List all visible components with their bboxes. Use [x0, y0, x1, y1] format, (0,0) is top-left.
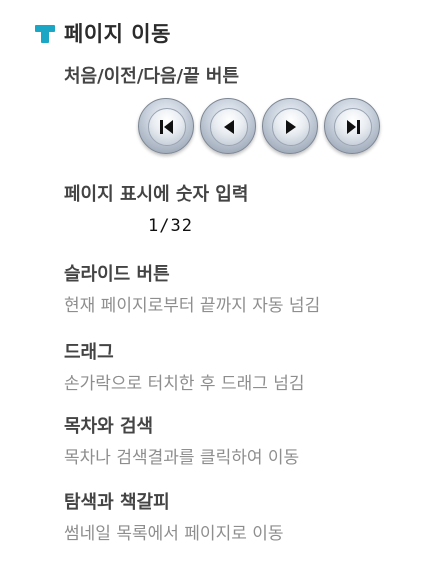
- first-page-button[interactable]: [138, 98, 194, 154]
- section-desc-slide: 현재 페이지로부터 끝까지 자동 넘김: [64, 296, 321, 316]
- section-header: 페이지 이동: [34, 16, 171, 50]
- prev-page-button[interactable]: [200, 98, 256, 154]
- section-title-toc-search: 목차와 검색: [64, 416, 154, 437]
- skip-last-icon: [347, 120, 360, 134]
- next-page-button[interactable]: [262, 98, 318, 154]
- nav-buttons-label: 처음/이전/다음/끝 버튼: [64, 66, 240, 87]
- section-desc-browse-bookmark: 썸네일 목록에서 페이지로 이동: [64, 524, 284, 544]
- page-number-input[interactable]: 1/32: [148, 216, 193, 236]
- last-page-button[interactable]: [324, 98, 380, 154]
- skip-first-icon: [160, 120, 173, 134]
- play-right-icon: [286, 120, 296, 134]
- section-title-browse-bookmark: 탐색과 책갈피: [64, 492, 170, 513]
- section-title-slide: 슬라이드 버튼: [64, 264, 170, 285]
- section-title-drag: 드래그: [64, 342, 114, 363]
- nav-button-group: [138, 98, 386, 154]
- pin-icon: [34, 22, 56, 44]
- page-title: 페이지 이동: [64, 22, 171, 46]
- section-desc-toc-search: 목차나 검색결과를 클릭하여 이동: [64, 448, 300, 468]
- page-input-label: 페이지 표시에 숫자 입력: [64, 184, 249, 205]
- play-left-icon: [224, 120, 234, 134]
- section-desc-drag: 손가락으로 터치한 후 드래그 넘김: [64, 374, 305, 394]
